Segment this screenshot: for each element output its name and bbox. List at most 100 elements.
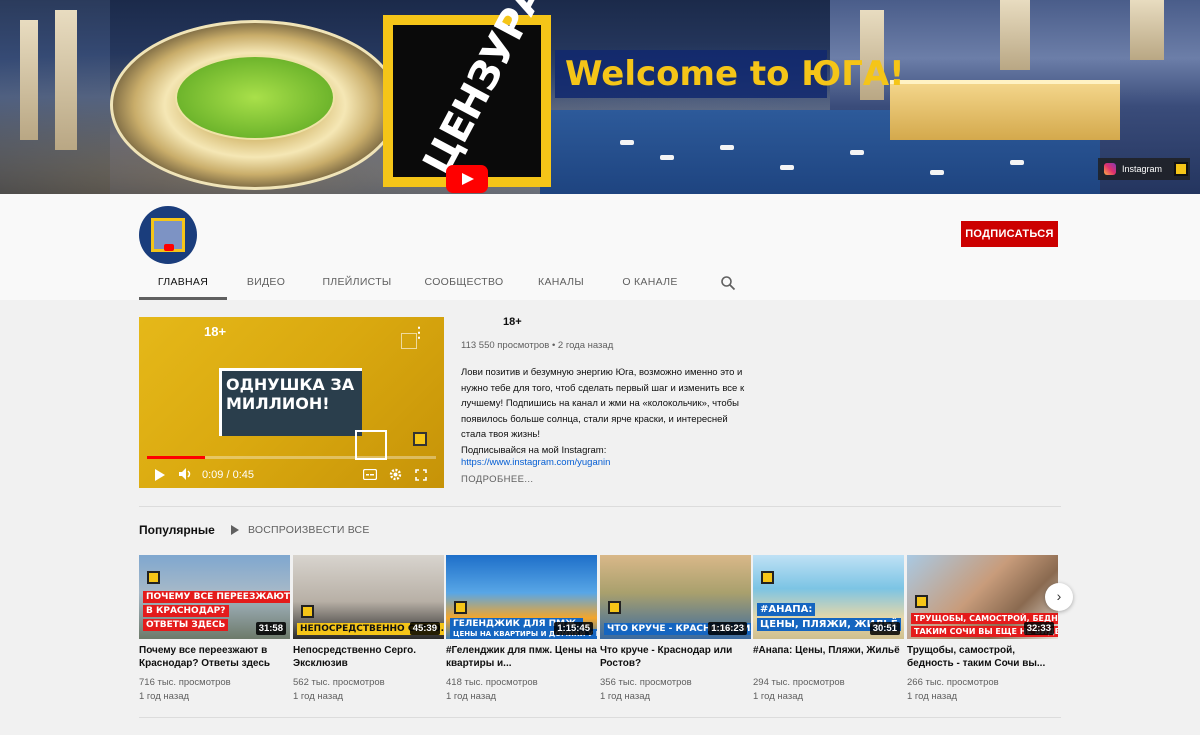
video-title[interactable]: Почему все переезжают в Краснодар? Ответ… <box>139 645 290 670</box>
video-card[interactable]: ГЕЛЕНДЖИК ДЛЯ ПМЖ. ЦЕНЫ НА КВАРТИРЫ И ДО… <box>446 555 597 704</box>
tab-home[interactable]: ГЛАВНАЯ <box>139 265 227 300</box>
video-title[interactable]: #Геленджик для пмж. Цены на квартиры и..… <box>446 645 597 670</box>
player-time: 0:09 / 0:45 <box>202 469 254 481</box>
tab-videos[interactable]: ВИДЕО <box>240 265 292 300</box>
video-thumbnail[interactable]: ЧТО КРУЧЕ - КРАСНОДАР ИЛИ 1:16:23 <box>600 555 751 639</box>
video-duration: 32:33 <box>1023 622 1054 635</box>
player-watermark-icon <box>401 333 417 349</box>
video-views: 418 тыс. просмотров <box>446 677 538 688</box>
avatar-youtube-icon <box>164 244 174 251</box>
channel-badge-icon <box>301 605 314 618</box>
video-age: 1 год назад <box>753 691 804 702</box>
video-thumbnail[interactable]: ПОЧЕМУ ВСЕ ПЕРЕЕЗЖАЮТ В КРАСНОДАР? ОТВЕТ… <box>139 555 290 639</box>
video-card[interactable]: ТРУЩОБЫ, САМОСТРОЙ, БЕДНОСТЬ ТАКИМ СОЧИ … <box>907 555 1058 704</box>
tab-playlists[interactable]: ПЛЕЙЛИСТЫ <box>316 265 398 300</box>
youtube-logo-icon <box>446 165 488 193</box>
tab-about[interactable]: О КАНАЛЕ <box>614 265 686 300</box>
video-duration: 31:58 <box>255 622 286 635</box>
subscribe-button[interactable]: ПОДПИСАТЬСЯ <box>961 221 1058 247</box>
video-meta: 356 тыс. просмотров 1 год назад <box>600 676 751 704</box>
shelf-title[interactable]: Популярные <box>139 523 215 537</box>
video-duration: 1:15:45 <box>554 622 593 635</box>
subtitles-icon[interactable] <box>363 469 377 480</box>
search-icon[interactable] <box>720 275 736 291</box>
banner-palace <box>890 80 1120 140</box>
tab-channels[interactable]: КАНАЛЫ <box>530 265 592 300</box>
video-card[interactable]: ЧТО КРУЧЕ - КРАСНОДАР ИЛИ 1:16:23 Что кр… <box>600 555 751 704</box>
section-divider <box>139 717 1061 718</box>
channel-badge-icon <box>608 601 621 614</box>
video-views: 266 тыс. просмотров <box>907 677 999 688</box>
thumbnail-overlay-text: В КРАСНОДАР? <box>143 605 229 617</box>
featured-video-title[interactable]: 18+ <box>503 316 522 328</box>
time-separator: / <box>226 469 230 481</box>
player-age-badge: 18+ <box>204 324 227 339</box>
description-line: Подписывайся на мой Instagram: <box>461 444 607 456</box>
banner-building <box>55 10 77 150</box>
play-all-icon[interactable] <box>231 525 239 535</box>
video-views: 716 тыс. просмотров <box>139 677 231 688</box>
channel-badge-icon <box>454 601 467 614</box>
video-thumbnail[interactable]: ГЕЛЕНДЖИК ДЛЯ ПМЖ. ЦЕНЫ НА КВАРТИРЫ И ДО… <box>446 555 597 639</box>
channel-badge-icon <box>915 595 928 608</box>
settings-gear-icon[interactable] <box>389 468 402 481</box>
video-card[interactable]: НЕПОСРЕДСТВЕННО СЕРГО. ЭКСКЛ 45:39 Непос… <box>293 555 444 704</box>
play-all-button[interactable]: ВОСПРОИЗВЕСТИ ВСЕ <box>248 524 370 536</box>
banner-building <box>20 20 38 140</box>
video-duration: 1:16:23 <box>708 622 747 635</box>
description-line: появилось больше солнца, стали ярче крас… <box>461 413 728 425</box>
video-views: 562 тыс. просмотров <box>293 677 385 688</box>
description-line: нужно тебе для того, чтоб сделать первый… <box>461 382 745 394</box>
banner-boat <box>1010 160 1024 165</box>
banner-building <box>1000 0 1030 70</box>
tab-community[interactable]: СООБЩЕСТВО <box>422 265 506 300</box>
banner-instagram-link[interactable]: Instagram <box>1098 158 1190 180</box>
video-meta: 562 тыс. просмотров 1 год назад <box>293 676 444 704</box>
video-meta: 266 тыс. просмотров 1 год назад <box>907 676 1058 704</box>
video-title-card-text: ОДНУШКА ЗА МИЛЛИОН! <box>226 375 355 413</box>
video-title[interactable]: Трущобы, самострой, бедность - таким Соч… <box>907 645 1058 670</box>
video-title[interactable]: Непосредственно Серго. Эксклюзив <box>293 645 444 670</box>
description-line: Лови позитив и безумную энергию Юга, воз… <box>461 367 743 378</box>
banner-boat <box>720 145 734 150</box>
video-card[interactable]: ПОЧЕМУ ВСЕ ПЕРЕЕЗЖАЮТ В КРАСНОДАР? ОТВЕТ… <box>139 555 290 704</box>
description-line: стала твоя жизнь! <box>461 429 540 440</box>
banner-welcome-text: Welcome to ЮГА! <box>555 50 905 98</box>
banner-building <box>1130 0 1164 60</box>
video-age: 1 год назад <box>907 691 958 702</box>
channel-badge-icon <box>147 571 160 584</box>
video-views: 356 тыс. просмотров <box>600 677 692 688</box>
instagram-label: Instagram <box>1122 164 1163 174</box>
video-meta: 716 тыс. просмотров 1 год назад <box>139 676 290 704</box>
thumbnail-overlay-text: ОТВЕТЫ ЗДЕСЬ <box>143 619 229 631</box>
progress-bar-fill <box>147 456 205 459</box>
featured-video-description: Лови позитив и безумную энергию Юга, воз… <box>461 365 751 458</box>
channel-watermark-icon[interactable] <box>413 432 427 446</box>
video-meta: 294 тыс. просмотров 1 год назад <box>753 676 904 704</box>
channel-badge-icon <box>761 571 774 584</box>
section-divider <box>139 506 1061 507</box>
video-title[interactable]: #Анапа: Цены, Пляжи, Жильё <box>753 645 904 670</box>
video-thumbnail[interactable]: НЕПОСРЕДСТВЕННО СЕРГО. ЭКСКЛ 45:39 <box>293 555 444 639</box>
instagram-icon <box>1104 163 1116 175</box>
video-thumbnail[interactable]: #АНАПА: ЦЕНЫ, ПЛЯЖИ, ЖИЛЬЁ 30:51 <box>753 555 904 639</box>
video-duration: 45:39 <box>409 622 440 635</box>
play-icon[interactable] <box>155 469 165 481</box>
video-card[interactable]: #АНАПА: ЦЕНЫ, ПЛЯЖИ, ЖИЛЬЁ 30:51 #Анапа:… <box>753 555 904 704</box>
video-age: 1 год назад <box>446 691 497 702</box>
video-title[interactable]: Что круче - Краснодар или Ростов? <box>600 645 751 670</box>
video-thumbnail[interactable]: ТРУЩОБЫ, САМОСТРОЙ, БЕДНОСТЬ ТАКИМ СОЧИ … <box>907 555 1058 639</box>
instagram-url-link[interactable]: https://www.instagram.com/yuganin <box>461 457 610 468</box>
banner-boat <box>930 170 944 175</box>
video-duration: 30:51 <box>869 622 900 635</box>
fullscreen-icon[interactable] <box>415 469 427 481</box>
chevron-right-icon[interactable]: › <box>1045 583 1073 611</box>
video-views: 294 тыс. просмотров <box>753 677 845 688</box>
thumbnail-overlay-text: ПОЧЕМУ ВСЕ ПЕРЕЕЗЖАЮТ <box>143 591 290 603</box>
video-meta: 418 тыс. просмотров 1 год назад <box>446 676 597 704</box>
video-age: 1 год назад <box>600 691 651 702</box>
read-more-button[interactable]: ПОДРОБНЕЕ... <box>461 474 533 485</box>
thumbnail-overlay-text: #АНАПА: <box>757 603 816 616</box>
volume-icon[interactable] <box>178 467 194 481</box>
featured-video-meta: 113 550 просмотров • 2 года назад <box>461 340 614 351</box>
